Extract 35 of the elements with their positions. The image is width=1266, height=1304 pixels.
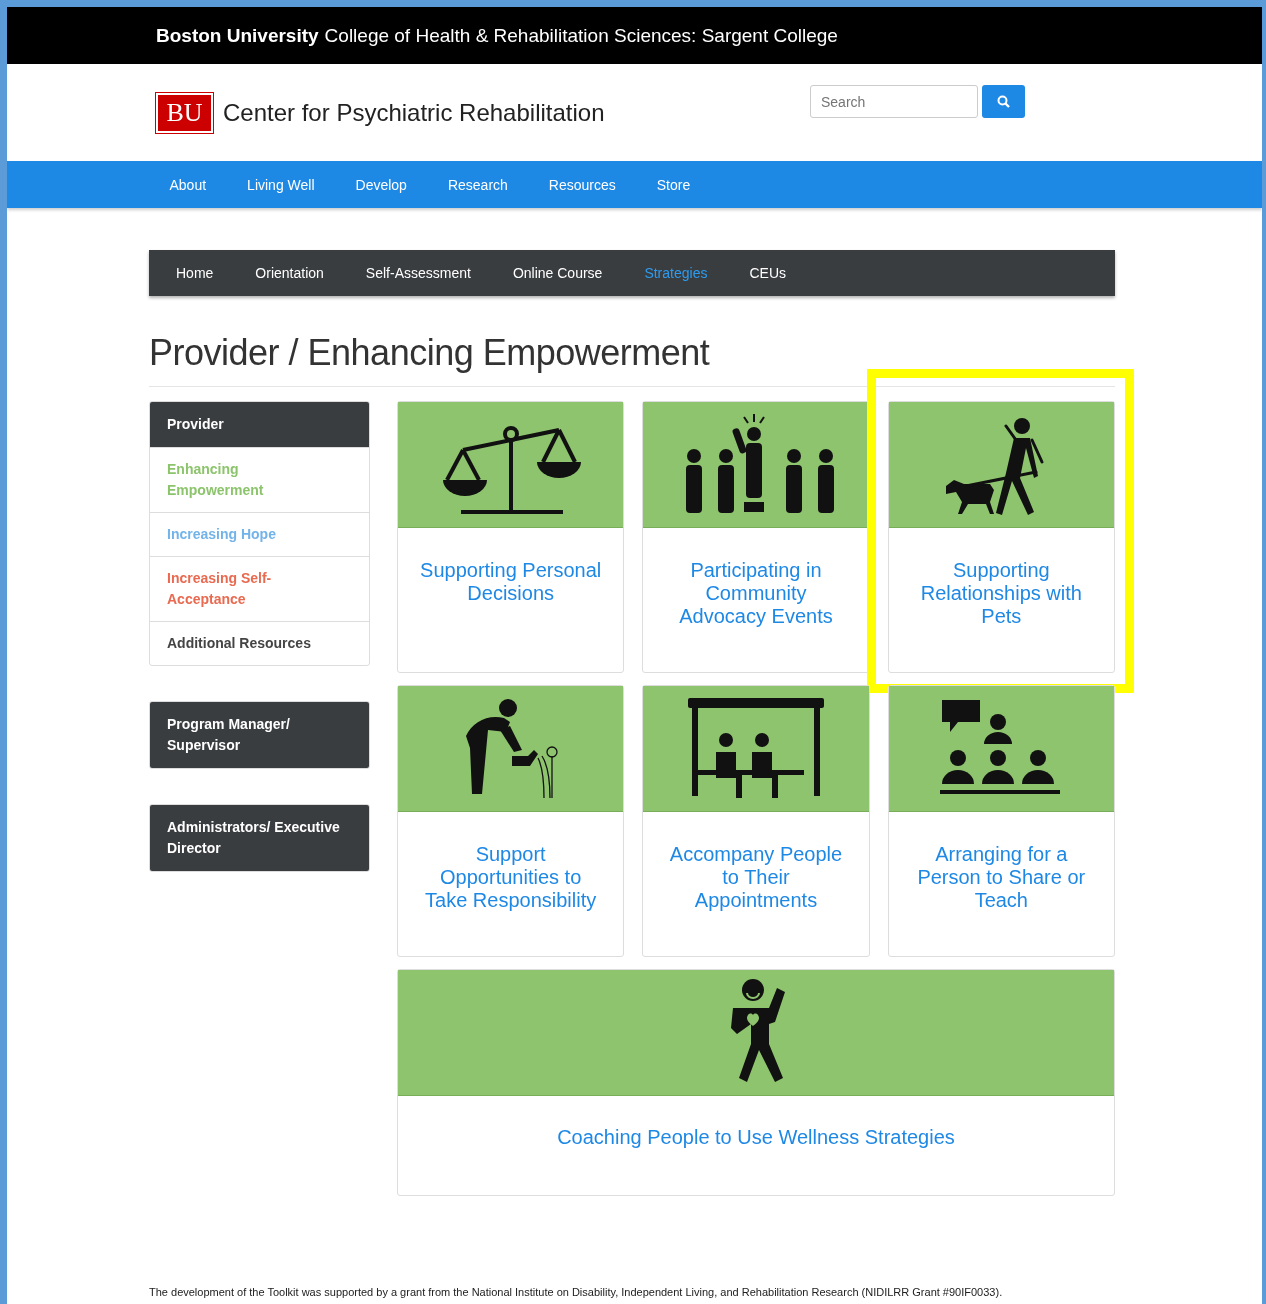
main-nav-link[interactable]: Research [427,176,529,193]
sub-nav-tab[interactable]: Self-Assessment [344,265,492,281]
college-name: College of Health & Rehabilitation Sciences: Sargent College [324,24,838,47]
sidebar-heading[interactable]: Provider [150,402,369,447]
site-title[interactable]: Center for Psychiatric Rehabilitation [223,98,605,127]
strategy-card[interactable]: Supporting Relationships with Pets [887,401,1115,673]
sidebar-item[interactable]: Increasing Self-Acceptance [150,556,369,621]
logo[interactable]: BU [156,92,213,133]
sub-nav-tab[interactable]: Online Course [491,265,624,281]
strategy-card[interactable]: Support Opportunities to Take Responsibility [397,685,625,957]
search-button[interactable] [982,85,1025,118]
sub-nav-tab[interactable]: Orientation [234,265,345,281]
sidebar-item[interactable]: Additional Resources [150,621,369,665]
footer-note: The development of the Toolkit was supported by a grant from the National Institute on Disability, Independent Living, and Rehabilitation Research (NIDILRR Grant #90IF0033). [149,1286,1004,1298]
page-title: Provider / Enhancing Empowerment [149,332,711,374]
sidebar-heading[interactable]: Administrators/ Executive Director [150,805,369,871]
search-icon [997,95,1010,108]
strategy-card[interactable]: Arranging for a Person to Share or Teach [887,685,1115,957]
sub-nav-tab[interactable]: Strategies [623,265,729,281]
main-nav-link[interactable]: Develop [335,176,428,193]
sidebar-item[interactable]: Enhancing Empowerment [150,447,369,512]
main-nav-link[interactable]: Store [636,176,711,193]
strategy-card[interactable]: Accompany People to Their Appointments [642,685,870,957]
sidebar-item[interactable]: Increasing Hope [150,512,369,556]
strategy-card[interactable]: Supporting Personal Decisions [397,401,625,673]
sidebar-heading[interactable]: Program Manager/ Supervisor [150,702,369,768]
main-nav-link[interactable]: Living Well [226,176,336,193]
search-field[interactable]: Search [810,85,978,118]
main-nav-link[interactable]: About [149,176,227,193]
sub-nav-tab[interactable]: CEUs [728,265,807,281]
main-nav-link[interactable]: Resources [528,176,637,193]
university-name: Boston University [156,24,319,47]
strategy-card[interactable]: Participating in Community Advocacy Events [642,401,870,673]
sub-nav-tab[interactable]: Home [155,265,235,281]
strategy-card[interactable]: Coaching People to Use Wellness Strategies [397,969,1115,1196]
